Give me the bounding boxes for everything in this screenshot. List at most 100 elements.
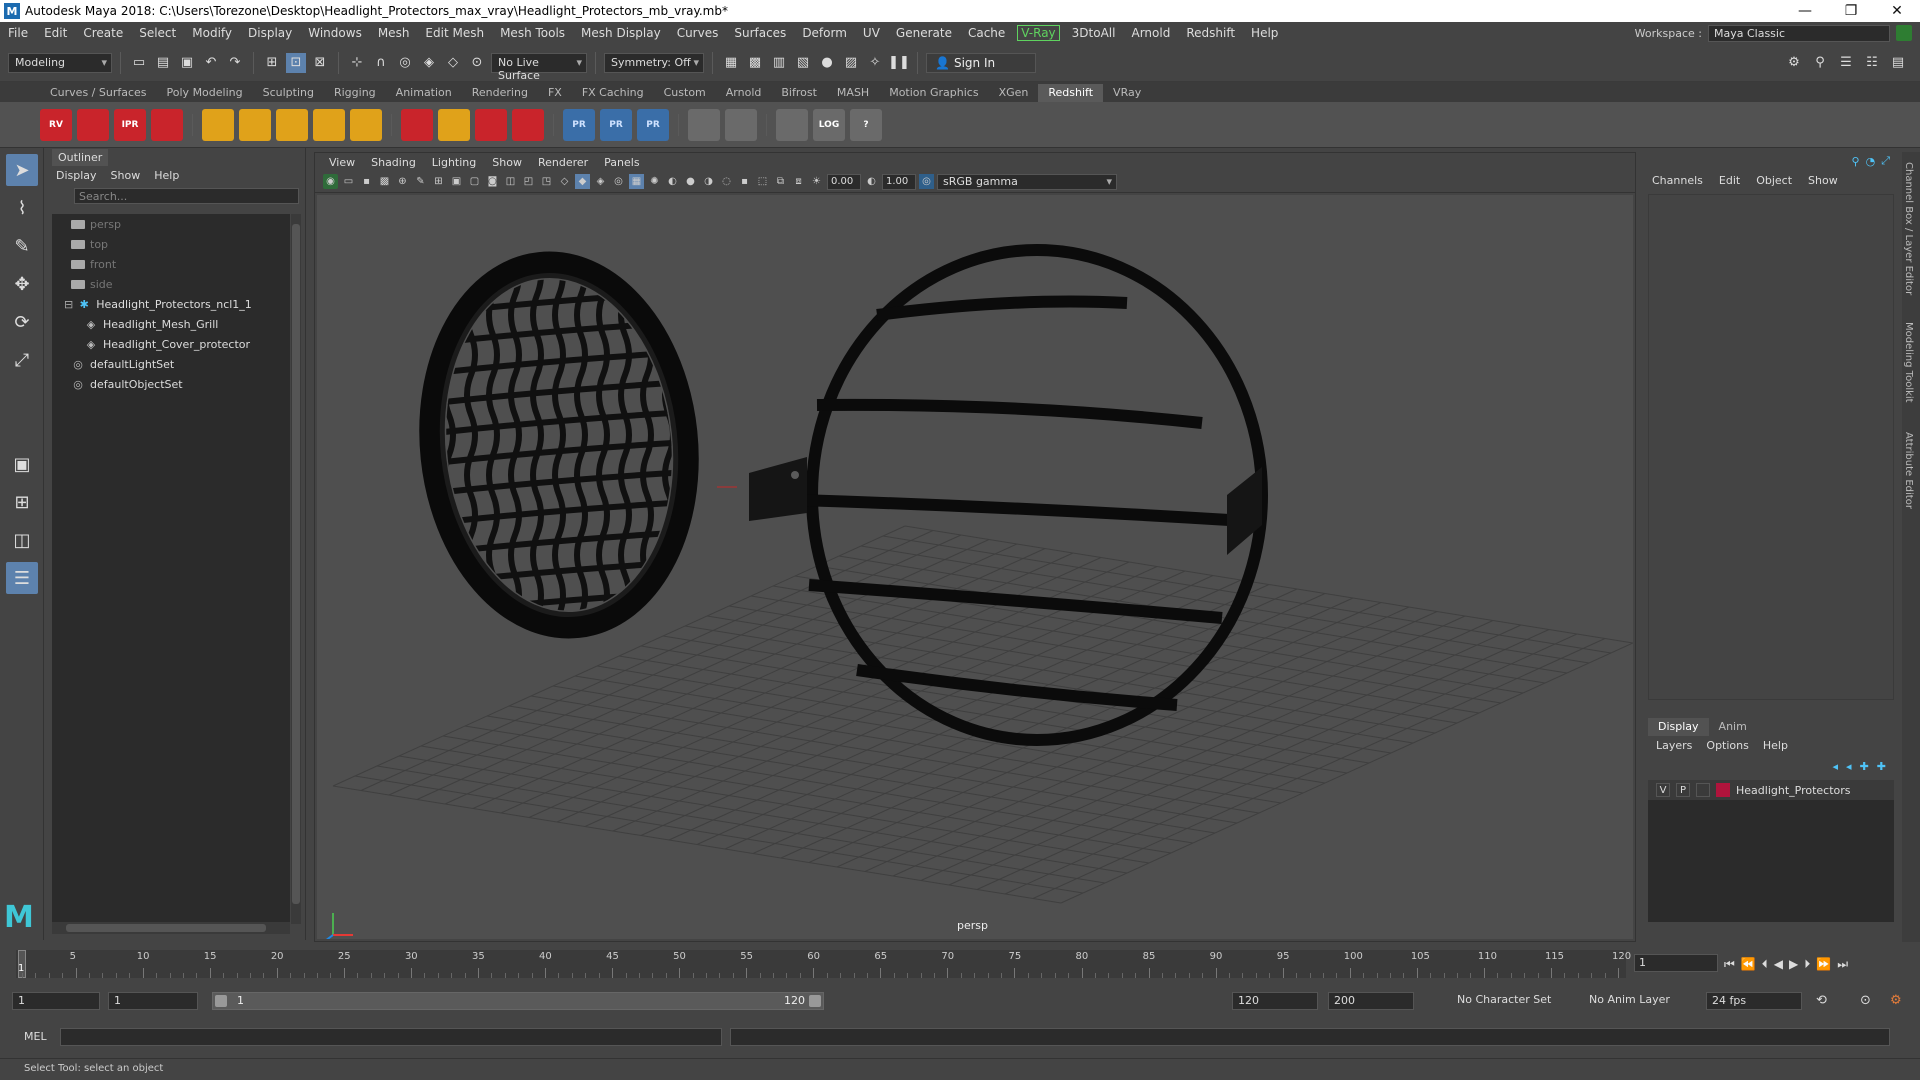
- gamma-field[interactable]: 1.00: [882, 173, 916, 190]
- isolate-select-icon[interactable]: ⬚: [755, 174, 770, 189]
- menu-3dtoall[interactable]: 3DtoAll: [1064, 26, 1124, 40]
- light-editor-icon[interactable]: ✧: [865, 53, 885, 73]
- select-camera-icon[interactable]: ◉: [323, 174, 338, 189]
- paint-select-tool-icon[interactable]: ✎: [6, 230, 38, 262]
- shelf-tab-mash[interactable]: MASH: [827, 84, 879, 102]
- save-scene-icon[interactable]: ▣: [177, 53, 197, 73]
- minimize-icon[interactable]: —: [1782, 3, 1828, 19]
- menu-modify[interactable]: Modify: [184, 26, 240, 40]
- playback-end-field[interactable]: 120: [1232, 992, 1318, 1010]
- viewport-menu-renderer[interactable]: Renderer: [532, 156, 594, 169]
- range-bar[interactable]: 1 120: [212, 992, 824, 1010]
- shelf-tab-rigging[interactable]: Rigging: [324, 84, 386, 102]
- outliner-node[interactable]: ◎ defaultObjectSet: [52, 374, 290, 394]
- shelf-button-icon[interactable]: [276, 108, 308, 141]
- resolution-gate-icon[interactable]: ▢: [467, 174, 482, 189]
- exposure-field[interactable]: 0.00: [827, 173, 861, 190]
- outliner-menu-display[interactable]: Display: [56, 169, 97, 182]
- collapse-icon[interactable]: ⊟: [64, 298, 73, 311]
- wireframe-icon[interactable]: ◇: [557, 174, 572, 189]
- gamma-icon[interactable]: ◐: [864, 174, 879, 189]
- play-backward-icon[interactable]: ◀: [1774, 957, 1783, 971]
- xray-joints-icon[interactable]: ⧈: [791, 174, 806, 189]
- viewport-menu-lighting[interactable]: Lighting: [426, 156, 482, 169]
- loop-icon[interactable]: ⟲: [1816, 993, 1827, 1008]
- make-live-icon[interactable]: ⊙: [467, 53, 487, 73]
- viewport-menu-shading[interactable]: Shading: [365, 156, 422, 169]
- lock-icon[interactable]: [1896, 25, 1912, 41]
- shelf-button-icon[interactable]: [776, 108, 808, 141]
- outliner-node[interactable]: front: [52, 254, 290, 274]
- grid-toggle-icon[interactable]: ⊞: [431, 174, 446, 189]
- layer-color-swatch[interactable]: [1716, 783, 1730, 797]
- tab-channel-box[interactable]: Channel Box / Layer Editor: [1903, 162, 1914, 295]
- default-material-icon[interactable]: ◈: [593, 174, 608, 189]
- pause-viewport-icon[interactable]: ❚❚: [888, 53, 910, 73]
- step-back-key-icon[interactable]: ⏪: [1741, 957, 1756, 971]
- menu-generate[interactable]: Generate: [888, 26, 960, 40]
- snap-point-icon[interactable]: ◎: [395, 53, 415, 73]
- workspace-dropdown[interactable]: Maya Classic: [1708, 24, 1890, 42]
- menu-edit-mesh[interactable]: Edit Mesh: [417, 26, 492, 40]
- two-pane-layout-icon[interactable]: ◫: [6, 524, 38, 556]
- menu-uv[interactable]: UV: [855, 26, 888, 40]
- layer-row[interactable]: V P Headlight_Protectors: [1648, 780, 1894, 800]
- new-empty-layer-icon[interactable]: ✚: [1860, 760, 1869, 773]
- menu-cache[interactable]: Cache: [960, 26, 1013, 40]
- rotate-tool-icon[interactable]: ⟳: [6, 306, 38, 338]
- render-current-icon[interactable]: ▩: [745, 53, 765, 73]
- step-forward-key-icon[interactable]: ⏩: [1816, 957, 1831, 971]
- playback-start-field[interactable]: 1: [108, 992, 198, 1010]
- menu-windows[interactable]: Windows: [300, 26, 370, 40]
- menu-display[interactable]: Display: [240, 26, 300, 40]
- snap-grid-icon[interactable]: ⊹: [347, 53, 367, 73]
- outliner-node[interactable]: ◎ defaultLightSet: [52, 354, 290, 374]
- go-to-end-icon[interactable]: ⏭: [1837, 957, 1848, 972]
- layer-menu-help[interactable]: Help: [1763, 739, 1788, 752]
- four-pane-layout-icon[interactable]: ⊞: [6, 486, 38, 518]
- outliner-layout-icon[interactable]: ☰: [6, 562, 38, 594]
- tab-anim[interactable]: Anim: [1709, 718, 1757, 736]
- character-set-dropdown[interactable]: No Character Set: [1452, 992, 1578, 1010]
- outliner-menu-show[interactable]: Show: [111, 169, 141, 182]
- menu-create[interactable]: Create: [75, 26, 131, 40]
- modeling-toolkit-icon[interactable]: ⚙: [1784, 53, 1804, 73]
- render-setup-icon[interactable]: ▨: [841, 53, 861, 73]
- menu-file[interactable]: File: [0, 26, 36, 40]
- step-back-frame-icon[interactable]: ⏴: [1762, 957, 1768, 972]
- shelf-tab-poly-modeling[interactable]: Poly Modeling: [157, 84, 253, 102]
- menu-redshift[interactable]: Redshift: [1178, 26, 1243, 40]
- menu-mesh[interactable]: Mesh: [370, 26, 418, 40]
- outliner-vertical-scrollbar[interactable]: [291, 214, 301, 924]
- outliner-node[interactable]: persp: [52, 214, 290, 234]
- shelf-button-icon[interactable]: [202, 108, 234, 141]
- shelf-button-icon[interactable]: PR: [600, 108, 632, 141]
- attribute-toggle-icon[interactable]: ◔: [1866, 155, 1876, 168]
- 2d-pan-zoom-icon[interactable]: ⊕: [395, 174, 410, 189]
- float-panel-icon[interactable]: ⤢: [1881, 154, 1890, 168]
- viewport-menu-panels[interactable]: Panels: [598, 156, 645, 169]
- snap-surface-icon[interactable]: ◇: [443, 53, 463, 73]
- select-tool-icon[interactable]: ➤: [6, 154, 38, 186]
- menu-surfaces[interactable]: Surfaces: [726, 26, 794, 40]
- menu-mesh-tools[interactable]: Mesh Tools: [492, 26, 573, 40]
- restore-icon[interactable]: ❐: [1828, 3, 1874, 19]
- layer-playback-toggle[interactable]: P: [1676, 783, 1690, 797]
- range-end-handle[interactable]: [809, 995, 821, 1007]
- close-icon[interactable]: ✕: [1874, 3, 1920, 19]
- channel-box-icon[interactable]: ▤: [1888, 53, 1908, 73]
- menu-arnold[interactable]: Arnold: [1123, 26, 1178, 40]
- render-view-icon[interactable]: ▦: [721, 53, 741, 73]
- select-hierarchy-icon[interactable]: ⊞: [262, 53, 282, 73]
- field-chart-icon[interactable]: ◫: [503, 174, 518, 189]
- color-management-icon[interactable]: ◎: [919, 174, 934, 189]
- tab-modeling-toolkit[interactable]: Modeling Toolkit: [1903, 322, 1914, 403]
- viewport-canvas[interactable]: persp: [317, 195, 1633, 939]
- shelf-tab-vray[interactable]: VRay: [1103, 84, 1151, 102]
- shelf-tab-sculpting[interactable]: Sculpting: [253, 84, 324, 102]
- shelf-button-icon[interactable]: LOG: [813, 108, 845, 141]
- shelf-button-icon[interactable]: [475, 108, 507, 141]
- character-controls-icon[interactable]: ⚲: [1810, 53, 1830, 73]
- anti-aliasing-icon[interactable]: ◌: [719, 174, 734, 189]
- shelf-tab-xgen[interactable]: XGen: [989, 84, 1039, 102]
